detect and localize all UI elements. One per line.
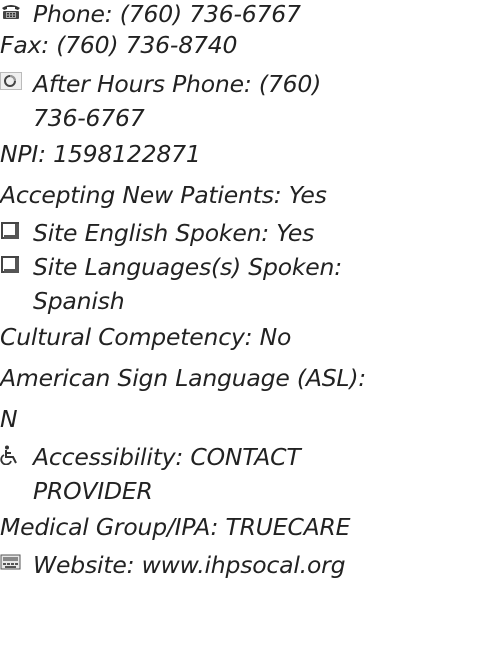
website-link[interactable]: Website: www.ihpsocal.org: [33, 551, 346, 579]
telephone-icon: [0, 2, 24, 22]
site-languages-spoken-cont: Spanish: [33, 287, 125, 315]
accessibility-text: Accessibility: CONTACT: [33, 443, 301, 471]
accessibility-text-cont: PROVIDER: [33, 477, 153, 505]
checkbox-icon: [0, 256, 24, 276]
medical-group: Medical Group/IPA: TRUECARE: [0, 513, 351, 541]
provider-details-page: { "icons": { "phone": "telephone-icon", …: [0, 0, 482, 662]
accepting-new-patients: Accepting New Patients: Yes: [0, 181, 327, 209]
site-english-spoken: Site English Spoken: Yes: [33, 219, 315, 247]
american-sign-language: American Sign Language (ASL):: [0, 364, 367, 392]
checkbox-icon: [0, 222, 24, 242]
keyboard-icon: [0, 553, 24, 573]
after-hours-phone[interactable]: After Hours Phone: (760): [33, 70, 321, 98]
circle-icon: [0, 72, 24, 92]
fax-text: Fax: (760) 736-8740: [0, 31, 238, 59]
cultural-competency: Cultural Competency: No: [0, 323, 292, 351]
phone-link[interactable]: Phone: (760) 736-6767: [33, 0, 301, 28]
american-sign-language-cont: N: [0, 405, 18, 433]
wheelchair-icon: [0, 445, 24, 465]
site-languages-spoken: Site Languages(s) Spoken:: [33, 253, 342, 281]
after-hours-phone-cont[interactable]: 736-6767: [33, 104, 145, 132]
npi-text: NPI: 1598122871: [0, 140, 201, 168]
